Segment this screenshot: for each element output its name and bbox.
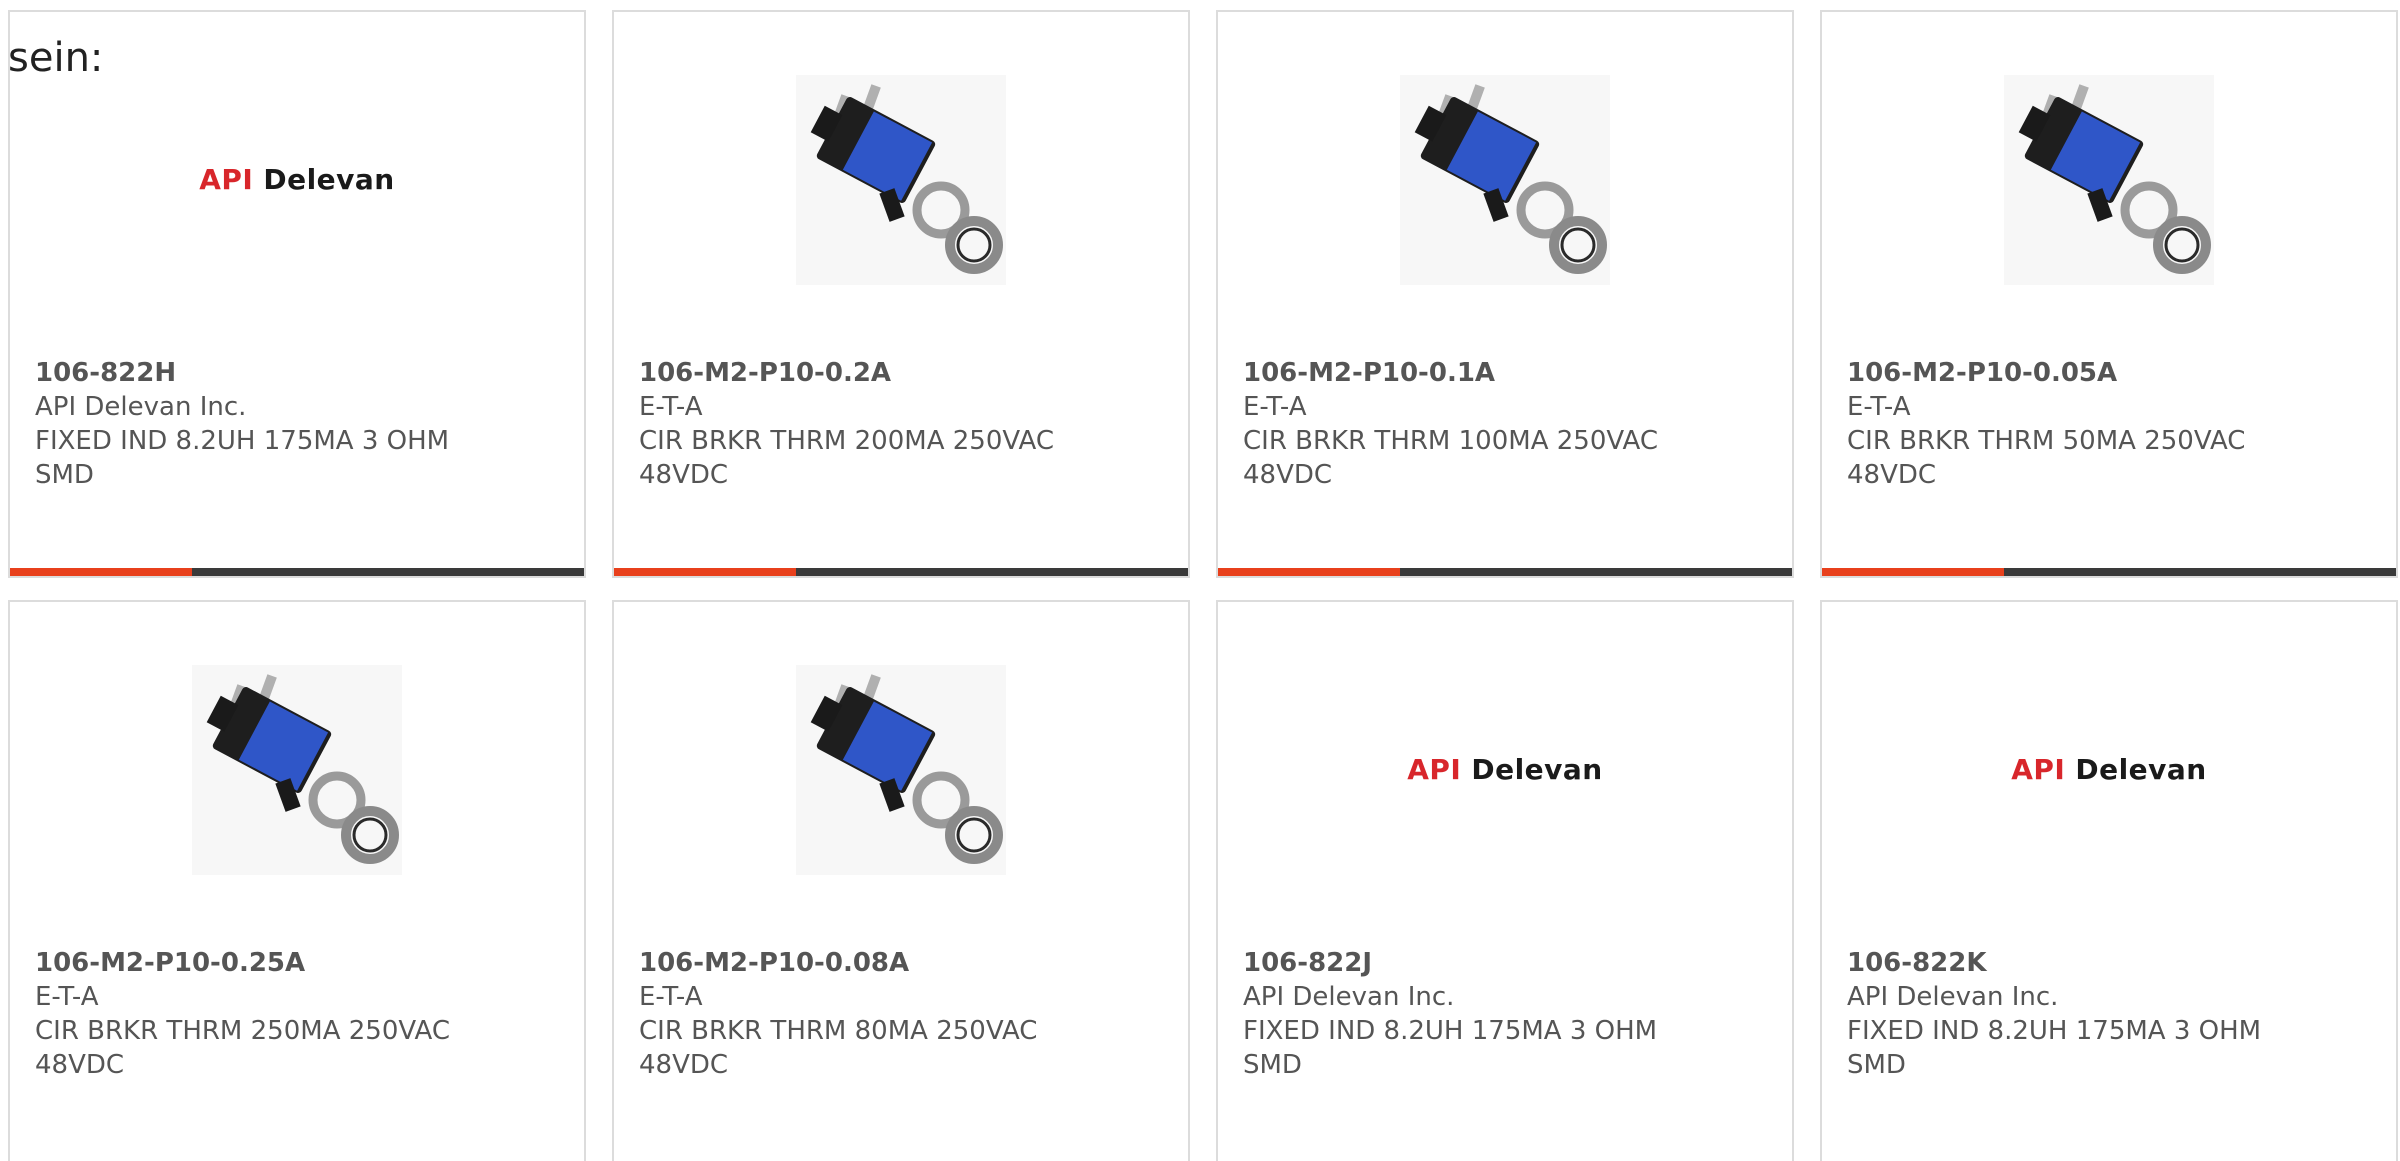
description-line: SMD: [1847, 1050, 1906, 1080]
description-line: CIR BRKR THRM 80MA 250VAC: [639, 1016, 1038, 1046]
description-line: 48VDC: [35, 1050, 125, 1080]
card-bottom-bar: [1822, 568, 2396, 576]
circuit-breaker-image: [796, 74, 1006, 285]
card-accent: [10, 568, 192, 576]
logo-api-text: API: [1407, 753, 1462, 786]
manufacturer: API Delevan Inc.: [35, 392, 247, 422]
logo-delevan-text: Delevan: [263, 163, 395, 196]
product-image[interactable]: API Delevan: [1822, 662, 2396, 877]
circuit-breaker-image: [1400, 74, 1610, 285]
part-number-link[interactable]: 106-M2-P10-0.25A: [35, 946, 555, 980]
card-bottom-bar: [10, 568, 584, 576]
product-image[interactable]: API Delevan: [1218, 662, 1792, 877]
description-line: CIR BRKR THRM 50MA 250VAC: [1847, 426, 2246, 456]
product-card[interactable]: API Delevan 106-822H API Delevan Inc. FIX…: [8, 10, 586, 578]
part-number-link[interactable]: 106-M2-P10-0.05A: [1847, 356, 2367, 390]
intro-text: sein:: [8, 35, 104, 81]
product-info: 106-M2-P10-0.08A E-T-A CIR BRKR THRM 80M…: [639, 946, 1159, 1082]
api-delevan-logo: API Delevan: [199, 163, 395, 196]
product-image[interactable]: [1822, 72, 2396, 287]
product-info: 106-822K API Delevan Inc. FIXED IND 8.2U…: [1847, 946, 2367, 1082]
logo-delevan-text: Delevan: [1471, 753, 1603, 786]
circuit-breaker-image: [192, 664, 402, 875]
part-number-link[interactable]: 106-M2-P10-0.08A: [639, 946, 1159, 980]
manufacturer: API Delevan Inc.: [1847, 982, 2059, 1012]
description-line: SMD: [35, 460, 94, 490]
product-card[interactable]: 106-M2-P10-0.1A E-T-A CIR BRKR THRM 100M…: [1216, 10, 1794, 578]
api-delevan-logo: API Delevan: [1407, 753, 1603, 786]
product-image[interactable]: [1218, 72, 1792, 287]
product-card[interactable]: API Delevan 106-822J API Delevan Inc. FIX…: [1216, 600, 1794, 1161]
description-line: 48VDC: [1847, 460, 1937, 490]
part-number-link[interactable]: 106-822J: [1243, 946, 1763, 980]
description-line: CIR BRKR THRM 200MA 250VAC: [639, 426, 1054, 456]
card-accent: [1218, 568, 1400, 576]
logo-api-text: API: [2011, 753, 2066, 786]
card-accent: [614, 568, 796, 576]
manufacturer: E-T-A: [1847, 392, 1911, 422]
description-line: FIXED IND 8.2UH 175MA 3 OHM: [1243, 1016, 1658, 1046]
description-line: CIR BRKR THRM 100MA 250VAC: [1243, 426, 1658, 456]
product-card[interactable]: 106-M2-P10-0.2A E-T-A CIR BRKR THRM 200M…: [612, 10, 1190, 578]
part-number-link[interactable]: 106-822K: [1847, 946, 2367, 980]
description-line: FIXED IND 8.2UH 175MA 3 OHM: [35, 426, 450, 456]
description-line: 48VDC: [1243, 460, 1333, 490]
product-image[interactable]: API Delevan: [10, 72, 584, 287]
product-card[interactable]: API Delevan 106-822K API Delevan Inc. FIX…: [1820, 600, 2398, 1161]
description-line: 48VDC: [639, 1050, 729, 1080]
logo-api-text: API: [199, 163, 254, 196]
product-image[interactable]: [10, 662, 584, 877]
product-info: 106-M2-P10-0.05A E-T-A CIR BRKR THRM 50M…: [1847, 356, 2367, 492]
description-line: SMD: [1243, 1050, 1302, 1080]
manufacturer: E-T-A: [639, 392, 703, 422]
product-card[interactable]: 106-M2-P10-0.08A E-T-A CIR BRKR THRM 80M…: [612, 600, 1190, 1161]
card-bottom-bar: [614, 568, 1188, 576]
description-line: CIR BRKR THRM 250MA 250VAC: [35, 1016, 450, 1046]
product-info: 106-M2-P10-0.1A E-T-A CIR BRKR THRM 100M…: [1243, 356, 1763, 492]
manufacturer: E-T-A: [35, 982, 99, 1012]
product-info: 106-M2-P10-0.2A E-T-A CIR BRKR THRM 200M…: [639, 356, 1159, 492]
card-accent: [1822, 568, 2004, 576]
description-line: FIXED IND 8.2UH 175MA 3 OHM: [1847, 1016, 2262, 1046]
product-image[interactable]: [614, 72, 1188, 287]
manufacturer: E-T-A: [1243, 392, 1307, 422]
product-info: 106-822J API Delevan Inc. FIXED IND 8.2U…: [1243, 946, 1763, 1082]
circuit-breaker-image: [796, 664, 1006, 875]
product-card[interactable]: 106-M2-P10-0.25A E-T-A CIR BRKR THRM 250…: [8, 600, 586, 1161]
circuit-breaker-image: [2004, 74, 2214, 285]
part-number-link[interactable]: 106-M2-P10-0.1A: [1243, 356, 1763, 390]
part-number-link[interactable]: 106-822H: [35, 356, 555, 390]
product-image[interactable]: [614, 662, 1188, 877]
page: sein: API Delevan 106-822H API Delevan In…: [0, 0, 2400, 1161]
manufacturer: API Delevan Inc.: [1243, 982, 1455, 1012]
product-card[interactable]: 106-M2-P10-0.05A E-T-A CIR BRKR THRM 50M…: [1820, 10, 2398, 578]
part-number-link[interactable]: 106-M2-P10-0.2A: [639, 356, 1159, 390]
card-bottom-bar: [1218, 568, 1792, 576]
product-info: 106-822H API Delevan Inc. FIXED IND 8.2U…: [35, 356, 555, 492]
description-line: 48VDC: [639, 460, 729, 490]
product-info: 106-M2-P10-0.25A E-T-A CIR BRKR THRM 250…: [35, 946, 555, 1082]
manufacturer: E-T-A: [639, 982, 703, 1012]
api-delevan-logo: API Delevan: [2011, 753, 2207, 786]
logo-delevan-text: Delevan: [2075, 753, 2207, 786]
